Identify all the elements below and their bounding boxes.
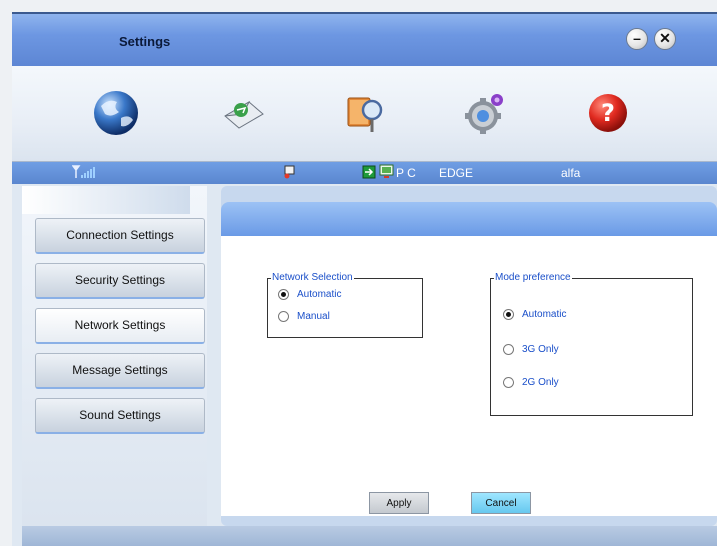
radio-unselected-icon (503, 344, 514, 355)
network-selection-automatic-radio[interactable]: Automatic (278, 289, 398, 303)
window-title: Settings (119, 34, 171, 49)
network-selection-manual-radio[interactable]: Manual (278, 311, 398, 325)
toolbar: ? (12, 66, 717, 162)
sidebar: Connection Settings Security Settings Ne… (22, 186, 207, 526)
sidebar-item-network-settings[interactable]: Network Settings (35, 308, 205, 344)
mode-preference-legend: Mode preference (494, 272, 572, 283)
sidebar-item-security-settings[interactable]: Security Settings (35, 263, 205, 299)
sim-icon (283, 165, 297, 182)
svg-text:?: ? (601, 99, 615, 127)
radio-label: Automatic (522, 309, 567, 320)
radio-selected-icon (278, 289, 289, 300)
apply-button[interactable]: Apply (369, 492, 429, 514)
settings-window: Settings – ✕ ? P C EDGE alfa Connection … (12, 12, 717, 546)
connect-icon (362, 165, 376, 182)
signal-icon (71, 165, 98, 182)
radio-unselected-icon (278, 311, 289, 322)
title-bar: Settings – ✕ (12, 12, 717, 66)
network-type-label: EDGE (439, 166, 474, 180)
footer-bar (22, 526, 717, 546)
envelope-icon[interactable] (219, 88, 269, 138)
connection-type-label: P C (396, 166, 416, 180)
content-header (221, 202, 717, 236)
globe-icon[interactable] (91, 88, 141, 138)
radio-unselected-icon (503, 377, 514, 388)
network-selection-group: Network Selection Automatic Manual (267, 272, 423, 338)
gear-icon[interactable] (461, 88, 511, 138)
sidebar-item-message-settings[interactable]: Message Settings (35, 353, 205, 389)
radio-label: 2G Only (522, 377, 559, 388)
sidebar-item-sound-settings[interactable]: Sound Settings (35, 398, 205, 434)
mode-preference-automatic-radio[interactable]: Automatic (503, 309, 623, 323)
radio-label: 3G Only (522, 344, 559, 355)
minimize-button[interactable]: – (626, 28, 648, 50)
status-bar: P C EDGE alfa (12, 162, 717, 184)
mode-preference-2g-only-radio[interactable]: 2G Only (503, 377, 623, 391)
radio-label: Manual (297, 311, 330, 322)
radio-label: Automatic (297, 289, 342, 300)
mode-preference-group: Mode preference Automatic 3G Only 2G Onl… (490, 272, 693, 416)
mode-preference-3g-only-radio[interactable]: 3G Only (503, 344, 623, 358)
cancel-button[interactable]: Cancel (471, 492, 531, 514)
operator-label: alfa (561, 166, 581, 180)
content-panel: Network Selection Automatic Manual Mode … (221, 186, 717, 526)
help-icon[interactable]: ? (583, 88, 633, 138)
close-button[interactable]: ✕ (654, 28, 676, 50)
pc-icon (379, 164, 394, 182)
sidebar-item-connection-settings[interactable]: Connection Settings (35, 218, 205, 254)
radio-selected-icon (503, 309, 514, 320)
close-icon: ✕ (659, 30, 671, 46)
sidebar-tab (22, 186, 190, 214)
network-selection-legend: Network Selection (271, 272, 354, 283)
phonebook-icon[interactable] (340, 88, 390, 138)
minimize-icon: – (633, 30, 641, 46)
content-body: Network Selection Automatic Manual Mode … (221, 236, 717, 516)
